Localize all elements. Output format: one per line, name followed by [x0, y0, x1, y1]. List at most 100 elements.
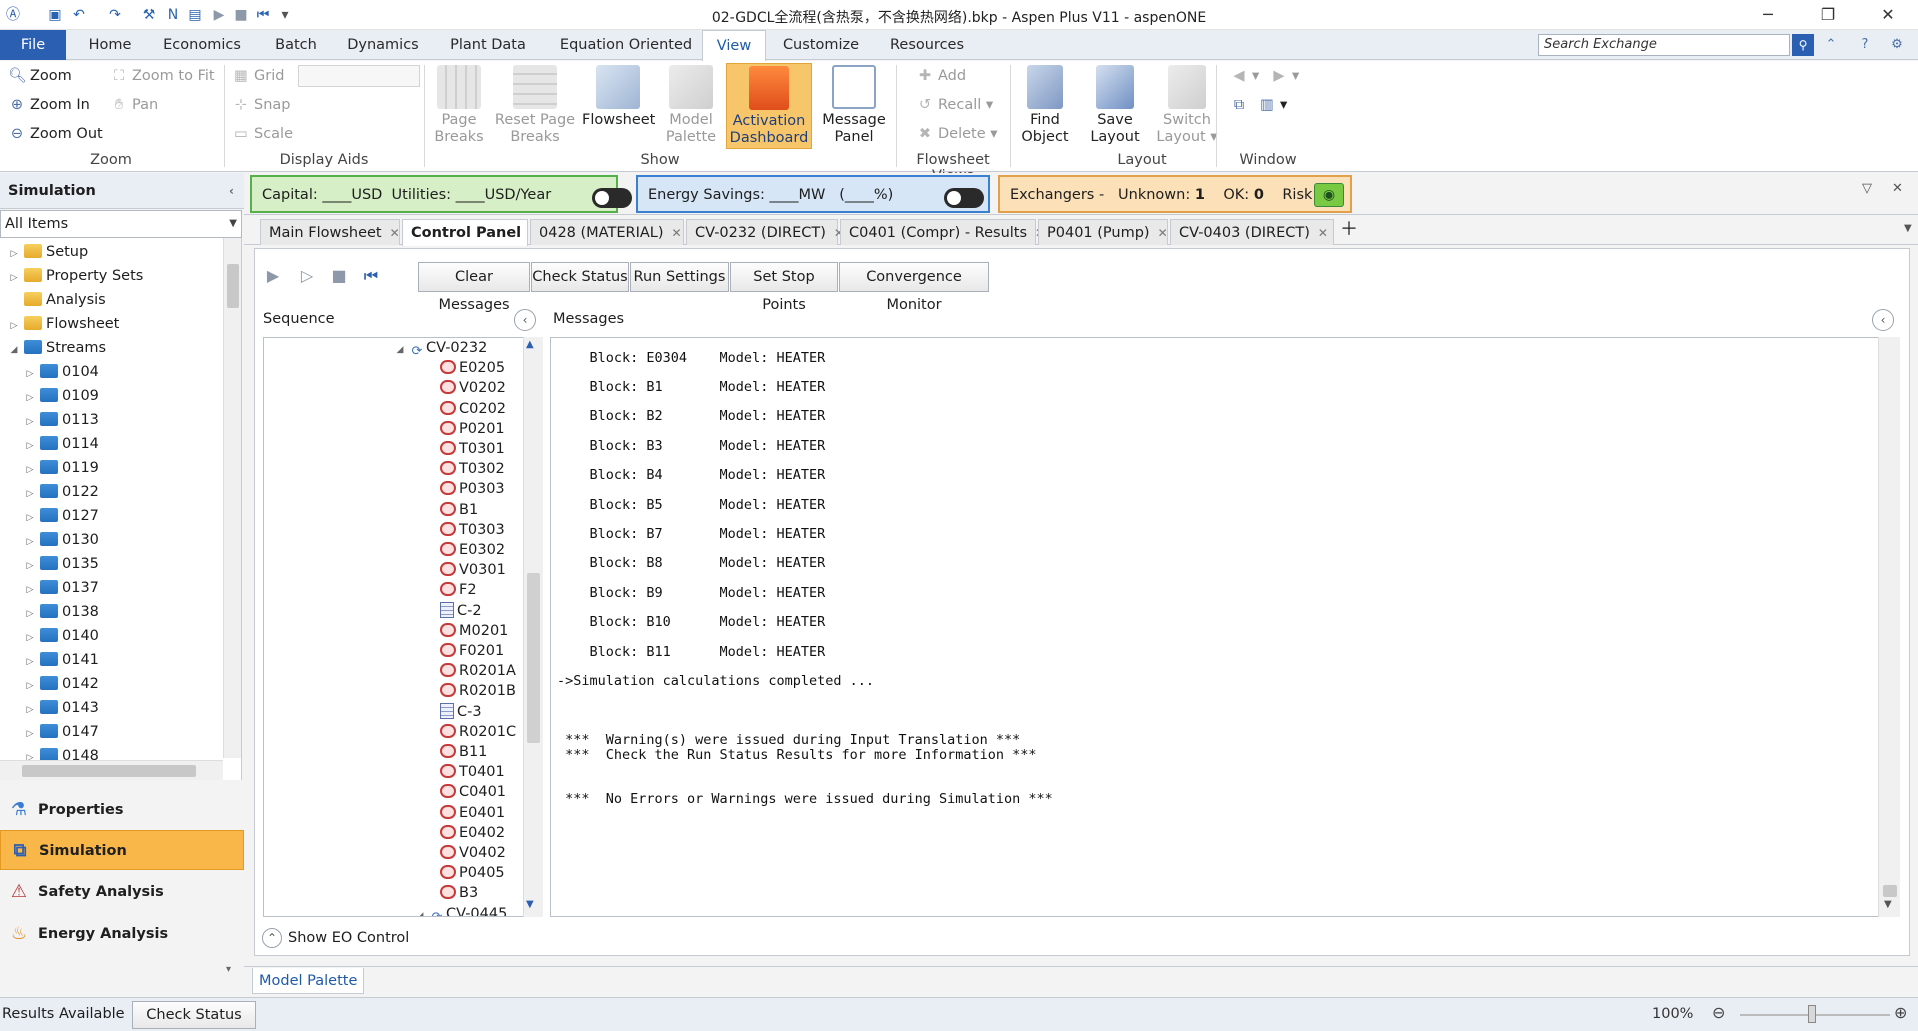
- expand-icon[interactable]: ▷: [24, 410, 36, 434]
- tab-dynamics[interactable]: Dynamics: [342, 30, 424, 60]
- sequence-block[interactable]: T0301: [440, 439, 505, 459]
- message-panel-button[interactable]: Message Panel: [818, 63, 890, 149]
- sequence-block[interactable]: F2: [440, 580, 477, 600]
- sequence-scrollbar[interactable]: ▲ ▼: [523, 337, 543, 917]
- reinitialize-icon[interactable]: ⏮: [360, 265, 382, 287]
- dashboard-close-icon[interactable]: ✕: [1892, 181, 1903, 196]
- expand-icon[interactable]: ▷: [24, 506, 36, 530]
- tab-customize[interactable]: Customize: [778, 30, 864, 60]
- back-button[interactable]: ◀ ▾: [1230, 65, 1259, 87]
- tree-item-property-sets[interactable]: ▷ Property Sets: [8, 264, 143, 288]
- sequence-block[interactable]: E0205: [440, 358, 505, 378]
- expand-icon[interactable]: ▷: [24, 530, 36, 554]
- tree-item-stream[interactable]: ▷ 0142: [24, 672, 99, 696]
- tree-item-stream[interactable]: ▷ 0140: [24, 624, 99, 648]
- expand-icon[interactable]: ▷: [24, 386, 36, 410]
- tree-item-stream[interactable]: ▷ 0122: [24, 480, 99, 504]
- sequence-block[interactable]: P0303: [440, 479, 505, 499]
- sequence-block[interactable]: E0401: [440, 803, 505, 823]
- scroll-thumb[interactable]: [1883, 885, 1897, 897]
- tree-vertical-scrollbar[interactable]: [223, 238, 241, 758]
- close-tab-icon[interactable]: ✕: [390, 220, 400, 246]
- tree-item-analysis[interactable]: Analysis: [8, 288, 106, 312]
- sequence-block[interactable]: P0405: [440, 863, 505, 883]
- sequence-block[interactable]: M0201: [440, 621, 508, 641]
- energy-panel[interactable]: Energy Savings: ____MW (____%): [636, 175, 990, 213]
- nav-energy-analysis-button[interactable]: ♨ Energy Analysis: [0, 914, 244, 954]
- tab-equation-oriented[interactable]: Equation Oriented: [550, 30, 702, 60]
- sequence-block[interactable]: V0301: [440, 560, 506, 580]
- scroll-thumb[interactable]: [22, 765, 196, 777]
- doc-tab-cv-0232[interactable]: CV-0232 (DIRECT) ✕: [686, 219, 844, 245]
- sequence-block[interactable]: B11: [440, 742, 487, 762]
- tree-item-streams[interactable]: ◢ Streams: [8, 336, 106, 360]
- run-settings-button[interactable]: Run Settings: [630, 262, 729, 292]
- sequence-block[interactable]: R0201C: [440, 722, 516, 742]
- expand-icon[interactable]: ▷: [24, 698, 36, 722]
- model-palette-tab[interactable]: Model Palette: [252, 968, 365, 994]
- tree-item-stream[interactable]: ▷ 0130: [24, 528, 99, 552]
- tree-item-stream[interactable]: ▷ 0138: [24, 600, 99, 624]
- doc-tab-cv-0403[interactable]: CV-0403 (DIRECT) ✕: [1170, 219, 1334, 245]
- grid-size-select[interactable]: [298, 65, 420, 87]
- tab-economics[interactable]: Economics: [156, 30, 248, 60]
- dashboard-dropdown-icon[interactable]: ▽: [1862, 181, 1872, 196]
- find-object-button[interactable]: Find Object: [1014, 63, 1076, 149]
- expand-icon[interactable]: ▷: [24, 722, 36, 746]
- arrange-button[interactable]: ⧉: [1230, 94, 1252, 116]
- sequence-block[interactable]: T0401: [440, 762, 505, 782]
- sequence-block[interactable]: E0402: [440, 823, 505, 843]
- search-input[interactable]: Search Exchange: [1538, 34, 1790, 56]
- zoom-button[interactable]: 🔍︎ Zoom: [8, 65, 72, 87]
- zoom-to-fit-button[interactable]: ⛶ Zoom to Fit: [110, 65, 215, 87]
- sequence-block[interactable]: T0302: [440, 459, 505, 479]
- doc-tab-control-panel[interactable]: Control Panel✕: [402, 219, 539, 246]
- sequence-block[interactable]: C0401: [440, 782, 506, 802]
- nav-simulation-button[interactable]: ⧉ Simulation: [0, 830, 244, 870]
- collapse-pane-icon[interactable]: ‹: [229, 173, 234, 209]
- grid-button[interactable]: ▦ Grid: [232, 65, 284, 87]
- sequence-block[interactable]: V0402: [440, 843, 506, 863]
- restore-button[interactable]: ❐: [1806, 3, 1850, 27]
- forward-button[interactable]: ▶ ▾: [1270, 65, 1299, 87]
- sequence-block[interactable]: B3: [440, 883, 478, 903]
- search-icon[interactable]: ⚲: [1792, 34, 1814, 56]
- help-icon[interactable]: ?: [1856, 36, 1874, 54]
- nav-safety-analysis-button[interactable]: ⚠ Safety Analysis: [0, 872, 244, 912]
- recall-view-button[interactable]: ↺ Recall ▾: [916, 94, 993, 116]
- expand-icon[interactable]: ▷: [24, 362, 36, 386]
- cost-panel[interactable]: Capital: ____USD Utilities: ____USD/Year: [250, 175, 632, 213]
- tree-item-stream[interactable]: ▷ 0143: [24, 696, 99, 720]
- close-tab-icon[interactable]: ✕: [1318, 220, 1328, 246]
- nav-filter-select[interactable]: All Items ▼: [0, 210, 242, 238]
- doc-tab-p0401[interactable]: P0401 (Pump) ✕: [1038, 219, 1168, 245]
- show-eo-control-toggle[interactable]: ⌃ Show EO Control: [262, 926, 409, 950]
- switch-layout-button[interactable]: Switch Layout ▾: [1152, 63, 1222, 149]
- scroll-thumb[interactable]: [527, 573, 540, 743]
- sequence-block[interactable]: E0302: [440, 540, 505, 560]
- tree-item-stream[interactable]: ▷ 0141: [24, 648, 99, 672]
- scroll-thumb[interactable]: [227, 264, 239, 308]
- expand-icon[interactable]: ▷: [24, 602, 36, 626]
- doc-tab-0428[interactable]: 0428 (MATERIAL) ✕: [530, 219, 684, 245]
- check-status-button[interactable]: Check Status: [531, 262, 629, 292]
- tree-horizontal-scrollbar[interactable]: [0, 760, 223, 780]
- pan-button[interactable]: ✋︎ Pan: [110, 94, 158, 116]
- flowsheet-button[interactable]: Flowsheet: [582, 63, 655, 149]
- collapse-sequence-icon[interactable]: ‹: [514, 309, 536, 331]
- tree-item-stream[interactable]: ▷ 0104: [24, 360, 99, 384]
- sequence-loop[interactable]: ◢ ⟳ CV-0232: [394, 338, 488, 359]
- options-icon[interactable]: ⚙: [1888, 36, 1906, 54]
- clear-messages-button[interactable]: Clear Messages: [418, 262, 530, 313]
- expand-icon[interactable]: ▷: [24, 650, 36, 674]
- model-palette-button[interactable]: Model Palette: [660, 63, 722, 149]
- doc-tab-main-flowsheet[interactable]: Main Flowsheet ✕: [260, 219, 400, 245]
- expand-icon[interactable]: ▷: [24, 434, 36, 458]
- exchanger-status-icon[interactable]: ◉: [1314, 183, 1344, 207]
- sequence-block[interactable]: R0201B: [440, 681, 516, 701]
- tab-resources[interactable]: Resources: [880, 30, 974, 60]
- zoom-out-icon[interactable]: ⊖: [1712, 1003, 1725, 1022]
- close-tab-icon[interactable]: ✕: [672, 220, 682, 246]
- collapse-icon[interactable]: ◢: [414, 906, 426, 916]
- activation-dashboard-button[interactable]: Activation Dashboard: [726, 63, 812, 149]
